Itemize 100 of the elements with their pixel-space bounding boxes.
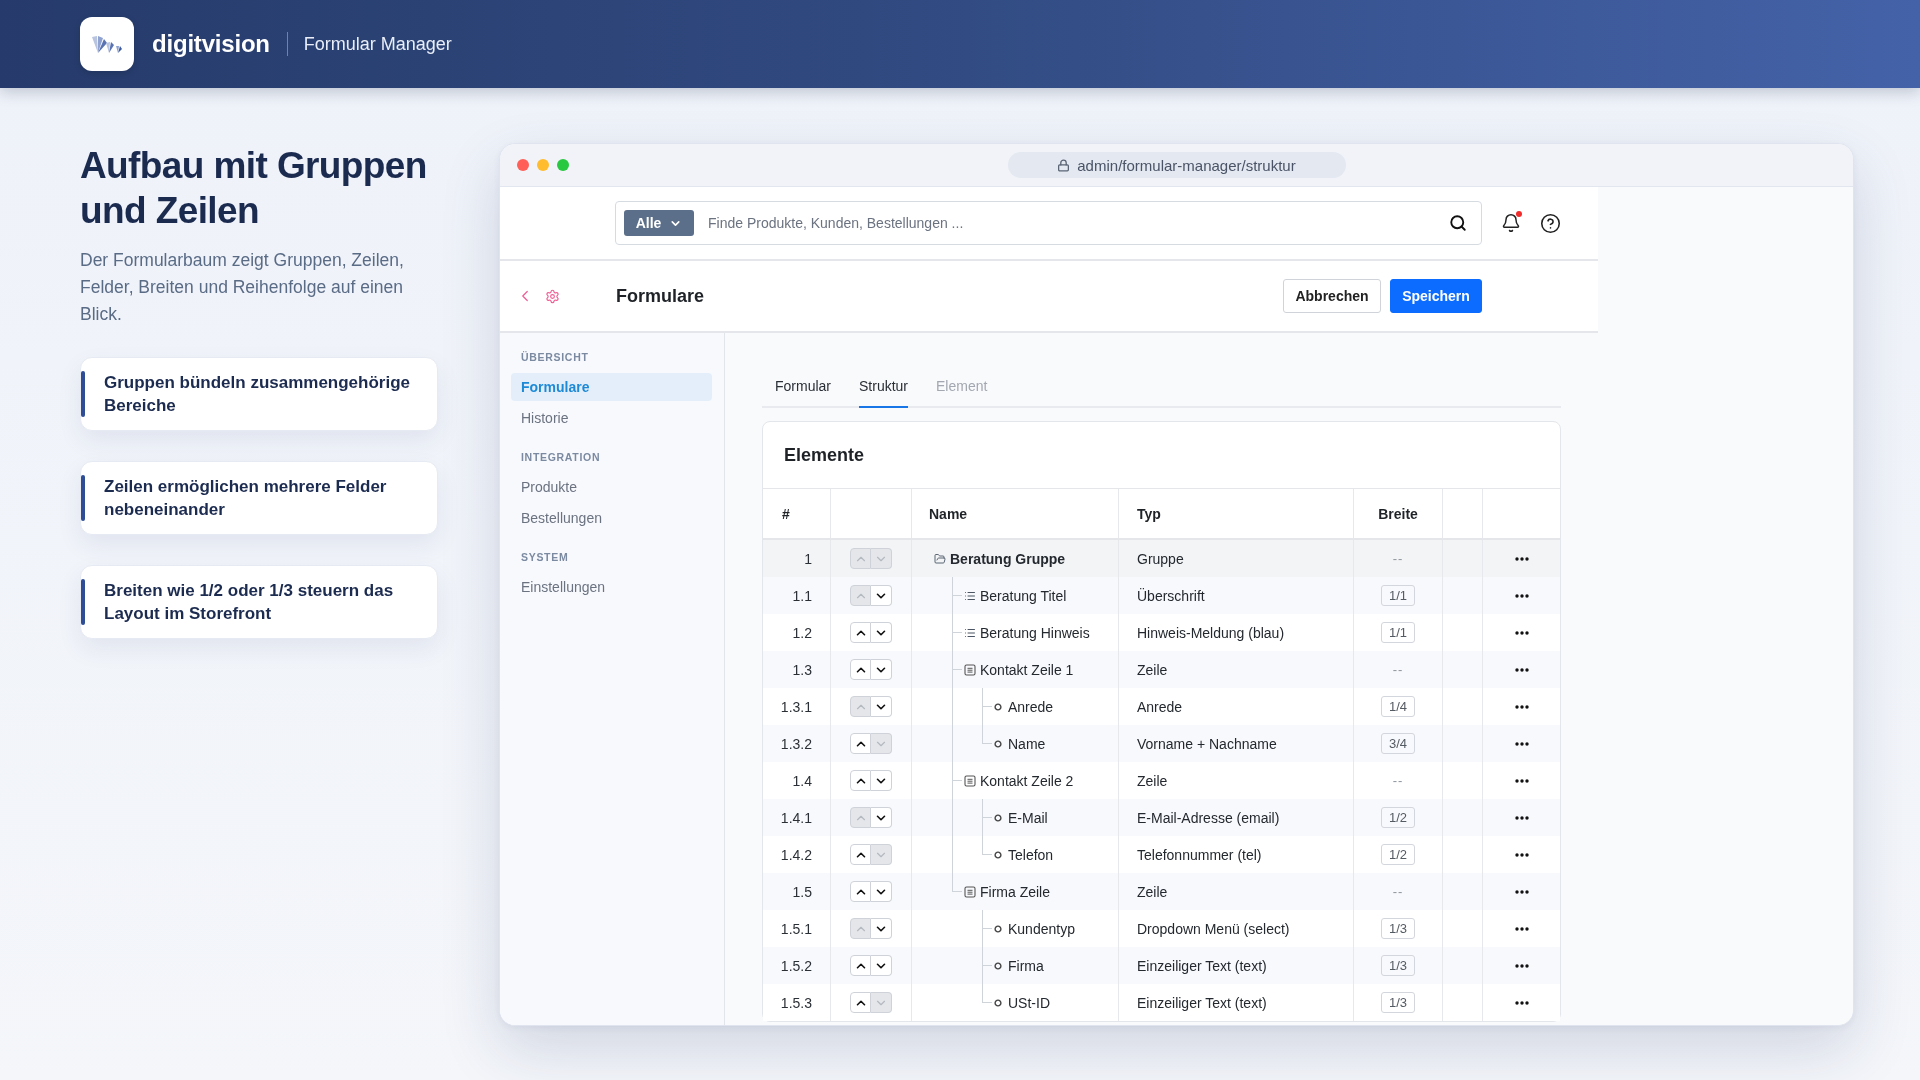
row-number: 1.4.2 xyxy=(780,846,812,863)
url-text: admin/formular-manager/struktur xyxy=(1077,156,1296,174)
brand-name: digitvision xyxy=(152,30,270,58)
element-type: Zeile xyxy=(1137,883,1168,900)
ring-icon xyxy=(994,924,1002,933)
sidebar-item[interactable]: Historie xyxy=(511,404,712,432)
tree-connector xyxy=(952,651,964,688)
sidebar-item[interactable]: Einstellungen xyxy=(511,573,712,601)
element-name: USt-ID xyxy=(1008,994,1050,1011)
save-button[interactable]: Speichern xyxy=(1390,279,1482,313)
row-number: 1.5.3 xyxy=(780,994,812,1011)
move-down-button[interactable] xyxy=(871,696,892,717)
width-badge: 1/3 xyxy=(1380,918,1416,939)
boxed-list-icon xyxy=(964,885,976,898)
element-type: Gruppe xyxy=(1137,550,1184,567)
settings-icon[interactable] xyxy=(545,288,560,304)
search-icon[interactable] xyxy=(1449,214,1467,232)
tab[interactable]: Struktur xyxy=(859,367,909,408)
more-icon[interactable] xyxy=(1514,1000,1529,1005)
width-badge: 1/1 xyxy=(1380,585,1416,606)
move-up-button[interactable] xyxy=(850,992,871,1013)
move-down-button[interactable] xyxy=(871,585,892,606)
row-number: 1.3.1 xyxy=(780,698,812,715)
window-close-button[interactable] xyxy=(517,159,529,171)
cancel-button[interactable]: Abbrechen xyxy=(1283,279,1381,313)
move-down-button[interactable] xyxy=(871,659,892,680)
column-header: Breite xyxy=(1378,505,1418,522)
row-number: 1.5.1 xyxy=(780,920,812,937)
card-title: Elemente xyxy=(784,444,865,466)
product-name: Formular Manager xyxy=(303,33,452,55)
move-down-button[interactable] xyxy=(871,955,892,976)
element-name: Beratung Titel xyxy=(980,587,1067,604)
element-name: Kontakt Zeile 1 xyxy=(980,661,1074,678)
width-badge: 1/2 xyxy=(1380,844,1416,865)
row-number: 1.2 xyxy=(792,624,812,641)
more-icon[interactable] xyxy=(1514,593,1529,598)
element-name: Kontakt Zeile 2 xyxy=(980,772,1074,789)
row-number: 1.5.2 xyxy=(780,957,812,974)
move-up-button[interactable] xyxy=(850,659,871,680)
feature-point: Breiten wie 1/2 oder 1/3 steuern das Layout im Storefront xyxy=(80,565,438,639)
move-up-button[interactable] xyxy=(850,955,871,976)
move-down-button[interactable] xyxy=(871,770,892,791)
more-icon[interactable] xyxy=(1514,926,1529,931)
more-icon[interactable] xyxy=(1514,556,1529,561)
element-type: Zeile xyxy=(1137,661,1168,678)
move-down-button[interactable] xyxy=(871,807,892,828)
move-up-button[interactable] xyxy=(850,881,871,902)
more-icon[interactable] xyxy=(1514,815,1529,820)
tree-connector xyxy=(982,910,994,947)
sidebar-item[interactable]: Bestellungen xyxy=(511,504,712,532)
column-header: Typ xyxy=(1137,505,1161,522)
width-badge: 1/3 xyxy=(1380,955,1416,976)
more-icon[interactable] xyxy=(1514,630,1529,635)
ring-icon xyxy=(994,998,1002,1007)
element-name: Beratung Hinweis xyxy=(980,624,1090,641)
search-field[interactable]: Finde Produkte, Kunden, Bestellungen ... xyxy=(708,212,1435,234)
element-name: E-Mail xyxy=(1008,809,1048,826)
intro-text: Der Formularbaum zeigt Gruppen, Zeilen, Felder, Breiten und Reihenfolge auf einen Blick. xyxy=(80,249,405,326)
bell-icon[interactable] xyxy=(1501,213,1521,233)
empty-width-text: -- xyxy=(1392,773,1404,788)
tab[interactable]: Formular xyxy=(775,367,831,408)
ring-icon xyxy=(994,702,1002,711)
row-number: 1.3 xyxy=(792,661,812,678)
move-up-button[interactable] xyxy=(850,733,871,754)
lock-icon xyxy=(1057,158,1071,172)
tree-connector xyxy=(952,577,964,614)
element-name: Beratung Gruppe xyxy=(950,550,1066,567)
ring-icon xyxy=(994,850,1002,859)
move-down-button[interactable] xyxy=(871,881,892,902)
more-icon[interactable] xyxy=(1514,852,1529,857)
element-type: Hinweis-Meldung (blau) xyxy=(1137,624,1285,641)
element-type: Einzeiliger Text (text) xyxy=(1137,994,1267,1011)
address-bar[interactable]: admin/formular-manager/struktur xyxy=(1007,152,1346,178)
more-icon[interactable] xyxy=(1514,704,1529,709)
more-icon[interactable] xyxy=(1514,889,1529,894)
move-down-button[interactable] xyxy=(871,918,892,939)
element-type: Dropdown Menü (select) xyxy=(1137,920,1290,937)
element-name: Telefon xyxy=(1008,846,1054,863)
feature-point: Zeilen ermöglichen mehrere Felder nebeneinander xyxy=(80,461,438,535)
more-icon[interactable] xyxy=(1514,778,1529,783)
move-up-button[interactable] xyxy=(850,844,871,865)
list-icon xyxy=(964,626,976,639)
element-name: Anrede xyxy=(1008,698,1054,715)
search-bar[interactable]: Alle Finde Produkte, Kunden, Bestellungen ... xyxy=(615,201,1482,245)
help-icon[interactable] xyxy=(1540,212,1561,234)
element-name: Name xyxy=(1008,735,1046,752)
element-type: Vorname + Nachname xyxy=(1137,735,1277,752)
move-up-button[interactable] xyxy=(850,770,871,791)
move-down-button[interactable] xyxy=(871,622,892,643)
more-icon[interactable] xyxy=(1514,667,1529,672)
element-type: E-Mail-Adresse (email) xyxy=(1137,809,1280,826)
element-type: Anrede xyxy=(1137,698,1183,715)
sidebar-item[interactable]: Produkte xyxy=(511,473,712,501)
empty-width-text: -- xyxy=(1392,884,1404,899)
move-up-button[interactable] xyxy=(850,622,871,643)
ring-icon xyxy=(994,739,1002,748)
sidebar-item[interactable]: Formulare xyxy=(511,373,712,401)
more-icon[interactable] xyxy=(1514,963,1529,968)
more-icon[interactable] xyxy=(1514,741,1529,746)
scope-dropdown[interactable]: Alle xyxy=(624,210,694,236)
